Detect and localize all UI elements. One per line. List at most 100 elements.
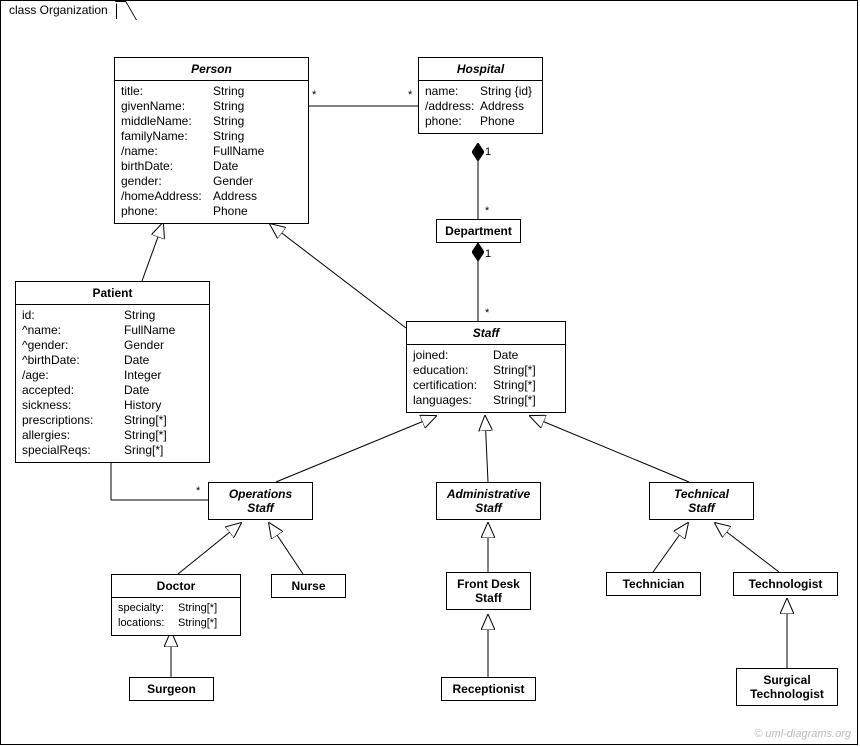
attr-name: title: [121, 84, 213, 99]
class-title: Front DeskStaff [447, 573, 530, 609]
attr-row: birthDate:Date [121, 159, 302, 174]
attr-name: allergies: [22, 428, 124, 443]
class-title: AdministrativeStaff [437, 483, 540, 519]
attr-row: familyName:String [121, 129, 302, 144]
attr-type: String[*] [124, 413, 167, 428]
attr-name: /address: [425, 99, 480, 114]
attr-row: /name:FullName [121, 144, 302, 159]
attr-row: specialReqs:Sring[*] [22, 443, 203, 458]
class-hospital: Hospital name:String {id}/address:Addres… [418, 57, 543, 134]
attr-name: ^gender: [22, 338, 124, 353]
attr-name: /homeAddress: [121, 189, 213, 204]
attr-row: specialty:String[*] [118, 601, 234, 616]
class-title: Doctor [112, 575, 240, 598]
attr-type: FullName [124, 323, 175, 338]
class-title: TechnicalStaff [650, 483, 753, 519]
attr-type: Gender [124, 338, 164, 353]
attr-type: Date [124, 383, 149, 398]
attr-name: specialReqs: [22, 443, 124, 458]
frame-title: class Organization [0, 0, 117, 19]
attr-row: givenName:String [121, 99, 302, 114]
class-surgical-technologist: SurgicalTechnologist [736, 668, 838, 706]
mult: 1 [485, 248, 491, 260]
class-technician: Technician [606, 572, 701, 596]
class-title: Technician [607, 573, 700, 595]
attr-name: gender: [121, 174, 213, 189]
attr-row: sickness:History [22, 398, 203, 413]
class-title: OperationsStaff [209, 483, 312, 519]
attr-type: String [213, 129, 244, 144]
attr-type: Date [213, 159, 238, 174]
attr-type: String [213, 84, 244, 99]
class-administrative-staff: AdministrativeStaff [436, 482, 541, 520]
attr-type: String[*] [493, 363, 536, 378]
attr-type: String [213, 114, 244, 129]
attr-row: ^gender:Gender [22, 338, 203, 353]
attr-name: education: [413, 363, 493, 378]
attr-type: Address [213, 189, 257, 204]
attr-row: name:String {id} [425, 84, 536, 99]
class-staff: Staff joined:Dateeducation:String[*]cert… [406, 321, 566, 413]
class-technical-staff: TechnicalStaff [649, 482, 754, 520]
attr-row: accepted:Date [22, 383, 203, 398]
attr-name: name: [425, 84, 480, 99]
mult: * [485, 307, 489, 319]
class-nurse: Nurse [271, 574, 346, 598]
diagram-frame: class Organization [0, 0, 858, 745]
attr-type: String[*] [493, 378, 536, 393]
attr-type: String[*] [178, 601, 217, 616]
attr-name: /age: [22, 368, 124, 383]
attr-type: Phone [480, 114, 515, 129]
attr-name: id: [22, 308, 124, 323]
attr-name: /name: [121, 144, 213, 159]
attr-row: joined:Date [413, 348, 559, 363]
attr-row: phone:Phone [425, 114, 536, 129]
attr-row: title:String [121, 84, 302, 99]
mult: 1 [485, 146, 491, 158]
class-front-desk-staff: Front DeskStaff [446, 572, 531, 610]
attr-name: specialty: [118, 601, 178, 616]
attr-row: middleName:String [121, 114, 302, 129]
class-title: Department [437, 220, 520, 242]
class-title: Technologist [734, 573, 837, 595]
attr-name: certification: [413, 378, 493, 393]
attr-type: String [124, 308, 155, 323]
attr-name: locations: [118, 616, 178, 631]
mult: * [312, 89, 316, 101]
attr-type: String {id} [480, 84, 532, 99]
attr-name: languages: [413, 393, 493, 408]
attr-row: locations:String[*] [118, 616, 234, 631]
class-operations-staff: OperationsStaff [208, 482, 313, 520]
attr-name: sickness: [22, 398, 124, 413]
attr-row: /homeAddress:Address [121, 189, 302, 204]
class-title: Person [115, 58, 308, 81]
attr-type: String[*] [178, 616, 217, 631]
mult: * [485, 205, 489, 217]
class-title: Nurse [272, 575, 345, 597]
attr-name: joined: [413, 348, 493, 363]
attr-type: Date [493, 348, 518, 363]
attr-name: phone: [121, 204, 213, 219]
mult: * [408, 89, 412, 101]
attr-row: id:String [22, 308, 203, 323]
class-technologist: Technologist [733, 572, 838, 596]
attr-type: History [124, 398, 161, 413]
attr-name: prescriptions: [22, 413, 124, 428]
attr-type: String [213, 99, 244, 114]
class-title: SurgicalTechnologist [737, 669, 837, 705]
attr-name: ^name: [22, 323, 124, 338]
class-receptionist: Receptionist [441, 677, 536, 701]
attr-row: ^birthDate:Date [22, 353, 203, 368]
attr-type: String[*] [493, 393, 536, 408]
attr-row: allergies:String[*] [22, 428, 203, 443]
attr-name: familyName: [121, 129, 213, 144]
attr-row: phone:Phone [121, 204, 302, 219]
class-title: Receptionist [442, 678, 535, 700]
class-doctor: Doctor specialty:String[*]locations:Stri… [111, 574, 241, 636]
class-surgeon: Surgeon [129, 677, 214, 701]
class-title: Patient [16, 282, 209, 305]
attr-type: Integer [124, 368, 161, 383]
attr-name: ^birthDate: [22, 353, 124, 368]
class-department: Department [436, 219, 521, 243]
attr-type: Sring[*] [124, 443, 163, 458]
